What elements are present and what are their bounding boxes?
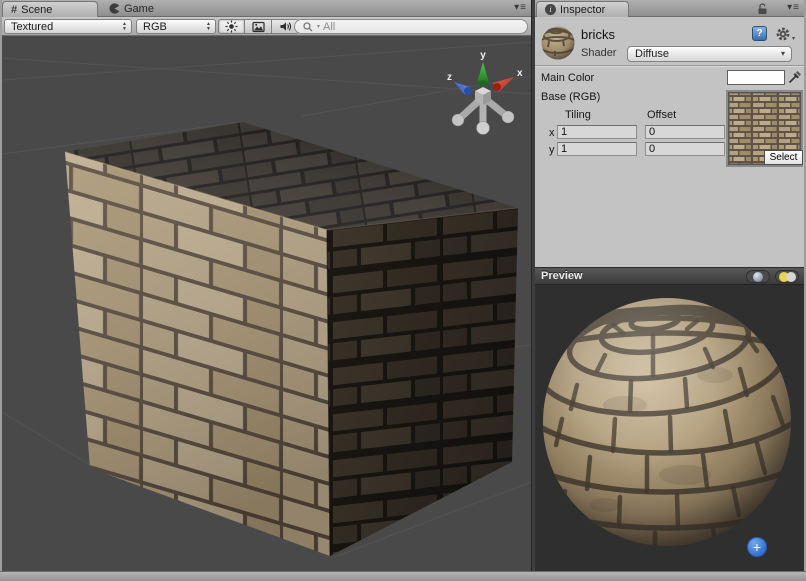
preview-render — [535, 285, 804, 571]
plus-icon: + — [753, 539, 761, 555]
scene-viewport[interactable]: y x z — [2, 36, 531, 571]
dropdown-arrow-icon: ▾ — [781, 49, 785, 58]
tab-game-label: Game — [124, 3, 154, 15]
tiling-x-input[interactable] — [557, 125, 637, 139]
gizmo-x-label: x — [517, 68, 523, 79]
tiling-header: Tiling — [565, 109, 591, 121]
updown-arrows-icon: ▲▼ — [122, 22, 127, 32]
render-mode-dropdown[interactable]: Textured ▲▼ — [4, 19, 132, 34]
speaker-icon — [279, 20, 292, 33]
offset-y-input[interactable] — [645, 142, 725, 156]
eyedropper-icon[interactable] — [787, 69, 803, 85]
scene-panel-menu-icon[interactable]: ▾≡ — [514, 2, 527, 13]
inspector-panel-menu-icon[interactable]: ▾≡ — [787, 2, 800, 13]
base-texture-label: Base (RGB) — [541, 91, 600, 103]
skybox-toggle-button[interactable] — [245, 19, 272, 34]
select-texture-button[interactable]: Select — [764, 150, 803, 165]
render-mode-value: Textured — [11, 21, 53, 33]
add-button[interactable]: + — [747, 537, 767, 557]
main-color-label: Main Color — [541, 72, 594, 84]
scene-search-field[interactable]: ▾ All — [294, 19, 528, 34]
tab-game[interactable]: Game — [101, 0, 162, 17]
sun-icon — [225, 20, 238, 33]
preview-mesh-button[interactable] — [746, 270, 770, 283]
material-sphere-icon — [539, 24, 577, 62]
preview-header[interactable]: Preview — [535, 267, 804, 285]
search-text: All — [323, 21, 335, 33]
preview-title: Preview — [541, 270, 583, 282]
shader-dropdown[interactable]: Diffuse ▾ — [627, 46, 792, 62]
axis-y-label: y — [549, 144, 555, 156]
light-toggle-icon — [779, 272, 795, 282]
image-icon — [252, 21, 265, 33]
axis-x-label: x — [549, 127, 555, 139]
shader-label: Shader — [581, 47, 616, 59]
gear-arrow-icon: ▾ — [792, 35, 795, 42]
window-bottom-frame — [0, 571, 806, 581]
inspector-tabbar: i Inspector ▾≡ — [535, 0, 804, 17]
tab-inspector[interactable]: i Inspector — [536, 1, 629, 17]
scene-toolbar: Textured ▲▼ RGB ▲▼ — [2, 17, 531, 36]
updown-arrows-icon: ▲▼ — [206, 22, 211, 32]
scene-tabbar: # Scene Game ▾≡ — [2, 0, 531, 17]
search-icon — [302, 21, 314, 33]
game-pacman-icon — [109, 3, 120, 14]
scene-panel: # Scene Game ▾≡ Textured ▲▼ RGB ▲ — [2, 0, 531, 571]
preview-sphere-icon — [753, 272, 763, 282]
context-menu-button[interactable]: ▾ — [775, 26, 795, 42]
shader-value: Diffuse — [635, 48, 669, 60]
gizmo-z-label: z — [447, 72, 452, 83]
help-icon[interactable]: ? — [752, 26, 767, 41]
tiling-y-input[interactable] — [557, 142, 637, 156]
channels-value: RGB — [143, 21, 167, 33]
lighting-toggle-button[interactable] — [218, 19, 245, 34]
main-color-swatch[interactable] — [727, 70, 785, 85]
tab-scene[interactable]: # Scene — [2, 1, 98, 17]
unity-editor-window: # Scene Game ▾≡ Textured ▲▼ RGB ▲ — [0, 0, 806, 581]
section-separator — [535, 65, 804, 67]
inspector-panel: i Inspector ▾≡ — [535, 0, 804, 571]
scene-grid-icon: # — [11, 4, 17, 16]
channels-dropdown[interactable]: RGB ▲▼ — [136, 19, 216, 34]
gizmo-y-label: y — [480, 50, 486, 61]
offset-x-input[interactable] — [645, 125, 725, 139]
gear-icon — [775, 26, 791, 42]
lock-icon[interactable] — [757, 3, 768, 15]
search-mode-arrow-icon: ▾ — [317, 23, 320, 30]
tab-inspector-label: Inspector — [560, 4, 605, 16]
info-icon: i — [545, 4, 556, 15]
scene-render: y x z — [2, 36, 531, 571]
material-name: bricks — [581, 27, 615, 42]
scene-toggle-group — [218, 19, 299, 34]
material-inspector: bricks Shader Diffuse ▾ ? ▾ Main Color — [535, 17, 804, 267]
preview-light-toggle[interactable] — [775, 270, 799, 283]
offset-header: Offset — [647, 109, 676, 121]
tab-scene-label: Scene — [21, 4, 52, 16]
preview-area[interactable]: + — [535, 285, 804, 571]
